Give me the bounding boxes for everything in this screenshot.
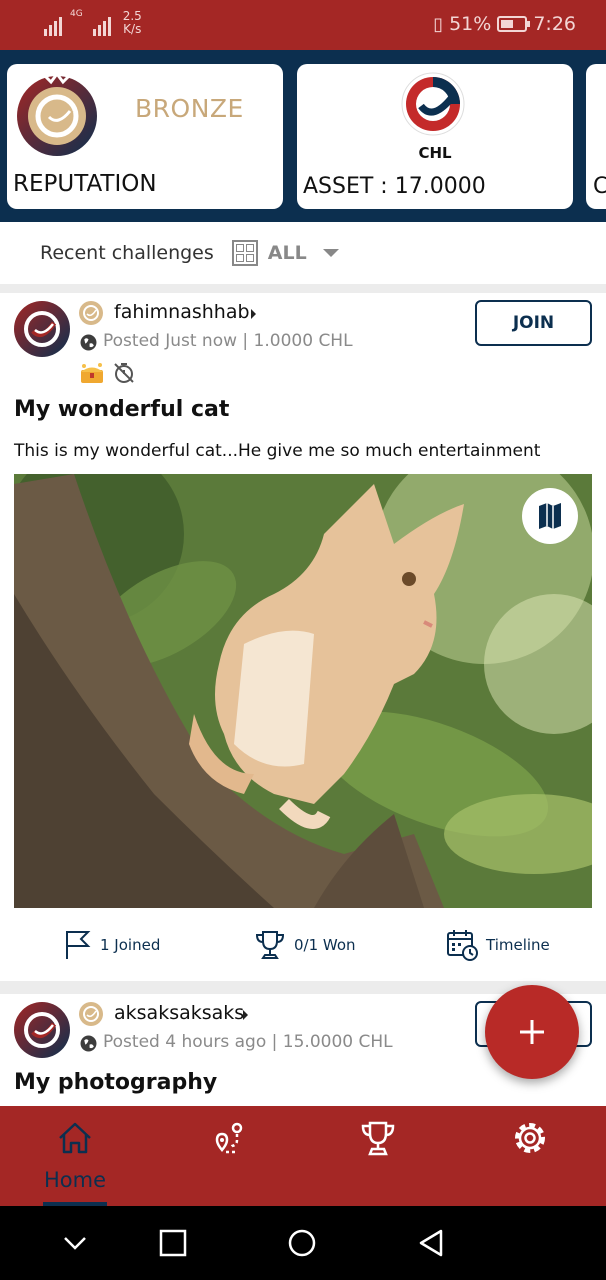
nav-leaderboard[interactable] — [328, 1106, 428, 1206]
clock: 7:26 — [533, 13, 576, 35]
post-photo[interactable] — [14, 474, 592, 908]
status-right: ▯ 51% 7:26 — [433, 13, 576, 35]
tag-icons — [78, 361, 136, 385]
next-card[interactable]: C — [586, 64, 606, 209]
battery-icon — [497, 16, 531, 32]
asset-card[interactable]: CHL ASSET : 17.0000 — [297, 64, 573, 209]
map-route-icon — [215, 1122, 243, 1154]
chl-coin-icon — [401, 72, 465, 136]
battery-percent: 51% — [449, 13, 492, 35]
network-speed: 2.5 K/s — [123, 10, 142, 36]
map-button[interactable] — [522, 488, 578, 544]
signal-icon-2 — [92, 16, 111, 36]
nav-settings[interactable] — [480, 1106, 580, 1206]
bronze-rank-icon — [79, 1002, 103, 1026]
joined-count: 1 Joined — [100, 936, 161, 954]
joined-stat[interactable]: 1 Joined — [64, 929, 160, 961]
caret-right-icon[interactable] — [243, 1010, 248, 1020]
calendar-clock-icon — [447, 930, 478, 961]
avatar[interactable] — [14, 301, 70, 357]
reputation-label: REPUTATION — [13, 171, 157, 197]
trophy-icon — [361, 1121, 395, 1156]
join-button[interactable]: JOIN — [475, 300, 592, 346]
username[interactable]: fahimnashhab — [114, 301, 250, 323]
reputation-tier: BRONZE — [135, 94, 244, 123]
network-type: 4G — [70, 9, 83, 19]
post-stats: 1 Joined 0/1 Won Timeline — [0, 929, 606, 965]
system-nav-bar — [0, 1206, 606, 1280]
recent-apps-icon[interactable] — [158, 1228, 188, 1258]
caret-right-icon[interactable] — [251, 309, 256, 319]
treasure-chest-icon — [81, 363, 103, 383]
post-description: This is my wonderful cat...He give me so… — [14, 441, 541, 461]
grid-icon[interactable] — [231, 240, 258, 266]
avatar[interactable] — [14, 1002, 70, 1058]
settings-gear-icon — [515, 1123, 545, 1153]
post-meta: Posted Just now | 1.0000 CHL — [103, 331, 353, 351]
no-timer-icon — [114, 363, 134, 383]
timeline-label: Timeline — [486, 936, 550, 954]
home-icon — [59, 1122, 91, 1154]
filter-label: Recent challenges — [40, 242, 214, 264]
asset-currency: CHL — [418, 144, 452, 162]
battery-level — [501, 20, 513, 28]
nav-home[interactable]: Home — [25, 1106, 125, 1206]
bottom-nav: Home — [0, 1106, 606, 1206]
speed-unit: K/s — [123, 22, 142, 36]
trophy-icon — [255, 931, 285, 959]
username[interactable]: aksaksaksaks — [114, 1002, 244, 1024]
post-title: My photography — [14, 1070, 218, 1095]
globe-icon — [80, 334, 97, 351]
nav-challenges[interactable] — [178, 1106, 278, 1206]
create-challenge-button[interactable] — [485, 985, 579, 1079]
status-left: 4G 2.5 K/s — [44, 10, 142, 36]
status-bar: 4G 2.5 K/s ▯ 51% 7:26 — [0, 0, 606, 50]
chevron-down-icon[interactable] — [60, 1228, 90, 1258]
header-cards: BRONZE REPUTATION CHL ASSET : 17.0000 C — [0, 50, 606, 222]
timeline-stat[interactable]: Timeline — [446, 929, 550, 961]
post-title: My wonderful cat — [14, 397, 230, 422]
post-meta: Posted 4 hours ago | 15.0000 CHL — [103, 1032, 393, 1052]
filter-dropdown-value[interactable]: ALL — [268, 242, 307, 264]
next-card-label: C — [593, 174, 606, 199]
map-icon — [539, 503, 561, 529]
chevron-down-icon[interactable] — [322, 249, 339, 257]
vibrate-icon: ▯ — [433, 13, 444, 35]
signal-icon — [44, 16, 62, 36]
reputation-card[interactable]: BRONZE REPUTATION — [7, 64, 283, 209]
challenge-card[interactable]: fahimnashhab Posted Just now | 1.0000 CH… — [0, 293, 606, 981]
asset-value: ASSET : 17.0000 — [303, 174, 486, 199]
won-stat[interactable]: 0/1 Won — [254, 929, 356, 961]
flag-icon — [66, 931, 91, 959]
bronze-badge-icon — [17, 71, 97, 156]
plus-icon — [520, 1020, 544, 1044]
won-count: 0/1 Won — [294, 936, 356, 954]
back-icon[interactable] — [416, 1228, 446, 1258]
bronze-rank-icon — [79, 301, 103, 325]
nav-home-label: Home — [43, 1168, 106, 1192]
globe-icon — [80, 1035, 97, 1052]
home-circle-icon[interactable] — [287, 1228, 317, 1258]
filter-bar: Recent challenges ALL — [0, 222, 606, 284]
